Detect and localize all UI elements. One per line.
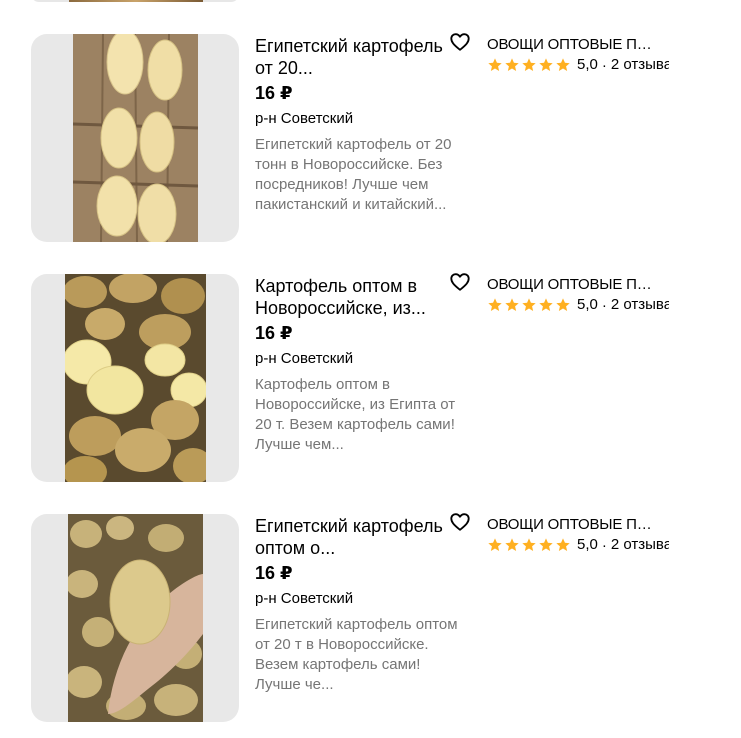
- star-icon: [556, 298, 570, 311]
- star-icon: [505, 298, 519, 311]
- listing-title[interactable]: Египетский картофель оптом о...: [255, 514, 465, 559]
- listing-photo[interactable]: [31, 274, 239, 482]
- listing-location: р-н Советский: [255, 350, 354, 367]
- star-icon: [522, 538, 536, 551]
- star-icon: [505, 58, 519, 71]
- listing-description: Египетский картофель от 20 тонн в Новоро…: [255, 136, 452, 213]
- listing-price: 16 ₽: [255, 563, 293, 583]
- rating-stars: [487, 537, 571, 553]
- listing-info: Картофель оптом в Новороссийске, из... 1…: [255, 274, 465, 455]
- listing-title[interactable]: Египетский картофель от 20...: [255, 34, 465, 79]
- separator: ·: [601, 56, 607, 74]
- reviews-count[interactable]: 2 отзыва: [611, 295, 669, 315]
- seller-rating: 5,0 · 2 отзыва: [487, 535, 669, 555]
- star-icon: [505, 538, 519, 551]
- star-icon: [539, 298, 553, 311]
- seller-rating: 5,0 · 2 отзыва: [487, 55, 669, 75]
- listing-card[interactable]: Египетский картофель оптом о... 16 ₽ р-н…: [31, 511, 731, 722]
- cut-potatoes-on-wood-image: [73, 34, 198, 242]
- separator: ·: [601, 536, 607, 554]
- seller-block[interactable]: ОВОЩИ ОПТОВЫЕ ПОС... 5,0 · 2 отзыва: [487, 275, 669, 315]
- star-icon: [556, 58, 570, 71]
- potato-in-hand-image: [68, 514, 203, 722]
- listing-feed: Египетский картофель от 20... 16 ₽ р-н С…: [0, 0, 741, 738]
- listing-location: р-н Советский: [255, 590, 354, 607]
- star-icon: [488, 298, 502, 311]
- star-icon: [539, 58, 553, 71]
- star-icon: [522, 298, 536, 311]
- seller-name[interactable]: ОВОЩИ ОПТОВЫЕ ПОС...: [487, 275, 662, 295]
- rating-value: 5,0: [577, 56, 598, 73]
- star-icon: [488, 58, 502, 71]
- seller-block[interactable]: ОВОЩИ ОПТОВЫЕ ПОС... 5,0 · 2 отзыва: [487, 35, 669, 75]
- heart-outline-icon[interactable]: [449, 511, 471, 533]
- seller-name[interactable]: ОВОЩИ ОПТОВЫЕ ПОС...: [487, 35, 662, 55]
- star-icon: [522, 58, 536, 71]
- potato-pile-image: [65, 274, 206, 482]
- rating-stars: [487, 297, 571, 313]
- listing-photo[interactable]: [31, 34, 239, 242]
- star-icon: [539, 538, 553, 551]
- listing-price: 16 ₽: [255, 83, 293, 103]
- seller-rating: 5,0 · 2 отзыва: [487, 295, 669, 315]
- listing-title[interactable]: Картофель оптом в Новороссийске, из...: [255, 274, 465, 319]
- listing-card[interactable]: Картофель оптом в Новороссийске, из... 1…: [31, 271, 731, 482]
- listing-card[interactable]: Египетский картофель от 20... 16 ₽ р-н С…: [31, 31, 731, 242]
- reviews-count[interactable]: 2 отзыва: [611, 535, 669, 555]
- heart-outline-icon[interactable]: [449, 271, 471, 293]
- listing-description: Египетский картофель оптом от 20 т в Нов…: [255, 616, 458, 693]
- listing-description: Картофель оптом в Новороссийске, из Егип…: [255, 376, 456, 453]
- heart-outline-icon[interactable]: [449, 31, 471, 53]
- listing-info: Египетский картофель оптом о... 16 ₽ р-н…: [255, 514, 465, 695]
- star-icon: [488, 538, 502, 551]
- separator: ·: [601, 296, 607, 314]
- rating-stars: [487, 57, 571, 73]
- listing-photo[interactable]: [31, 514, 239, 722]
- previous-listing-photo[interactable]: [31, 0, 239, 2]
- seller-block[interactable]: ОВОЩИ ОПТОВЫЕ ПОС... 5,0 · 2 отзыва: [487, 515, 669, 555]
- listing-price: 16 ₽: [255, 323, 293, 343]
- listing-location: р-н Советский: [255, 110, 354, 127]
- reviews-count[interactable]: 2 отзыва: [611, 55, 669, 75]
- seller-name[interactable]: ОВОЩИ ОПТОВЫЕ ПОС...: [487, 515, 662, 535]
- previous-listing-image: [69, 0, 203, 2]
- rating-value: 5,0: [577, 296, 598, 313]
- listing-info: Египетский картофель от 20... 16 ₽ р-н С…: [255, 34, 465, 215]
- rating-value: 5,0: [577, 536, 598, 553]
- star-icon: [556, 538, 570, 551]
